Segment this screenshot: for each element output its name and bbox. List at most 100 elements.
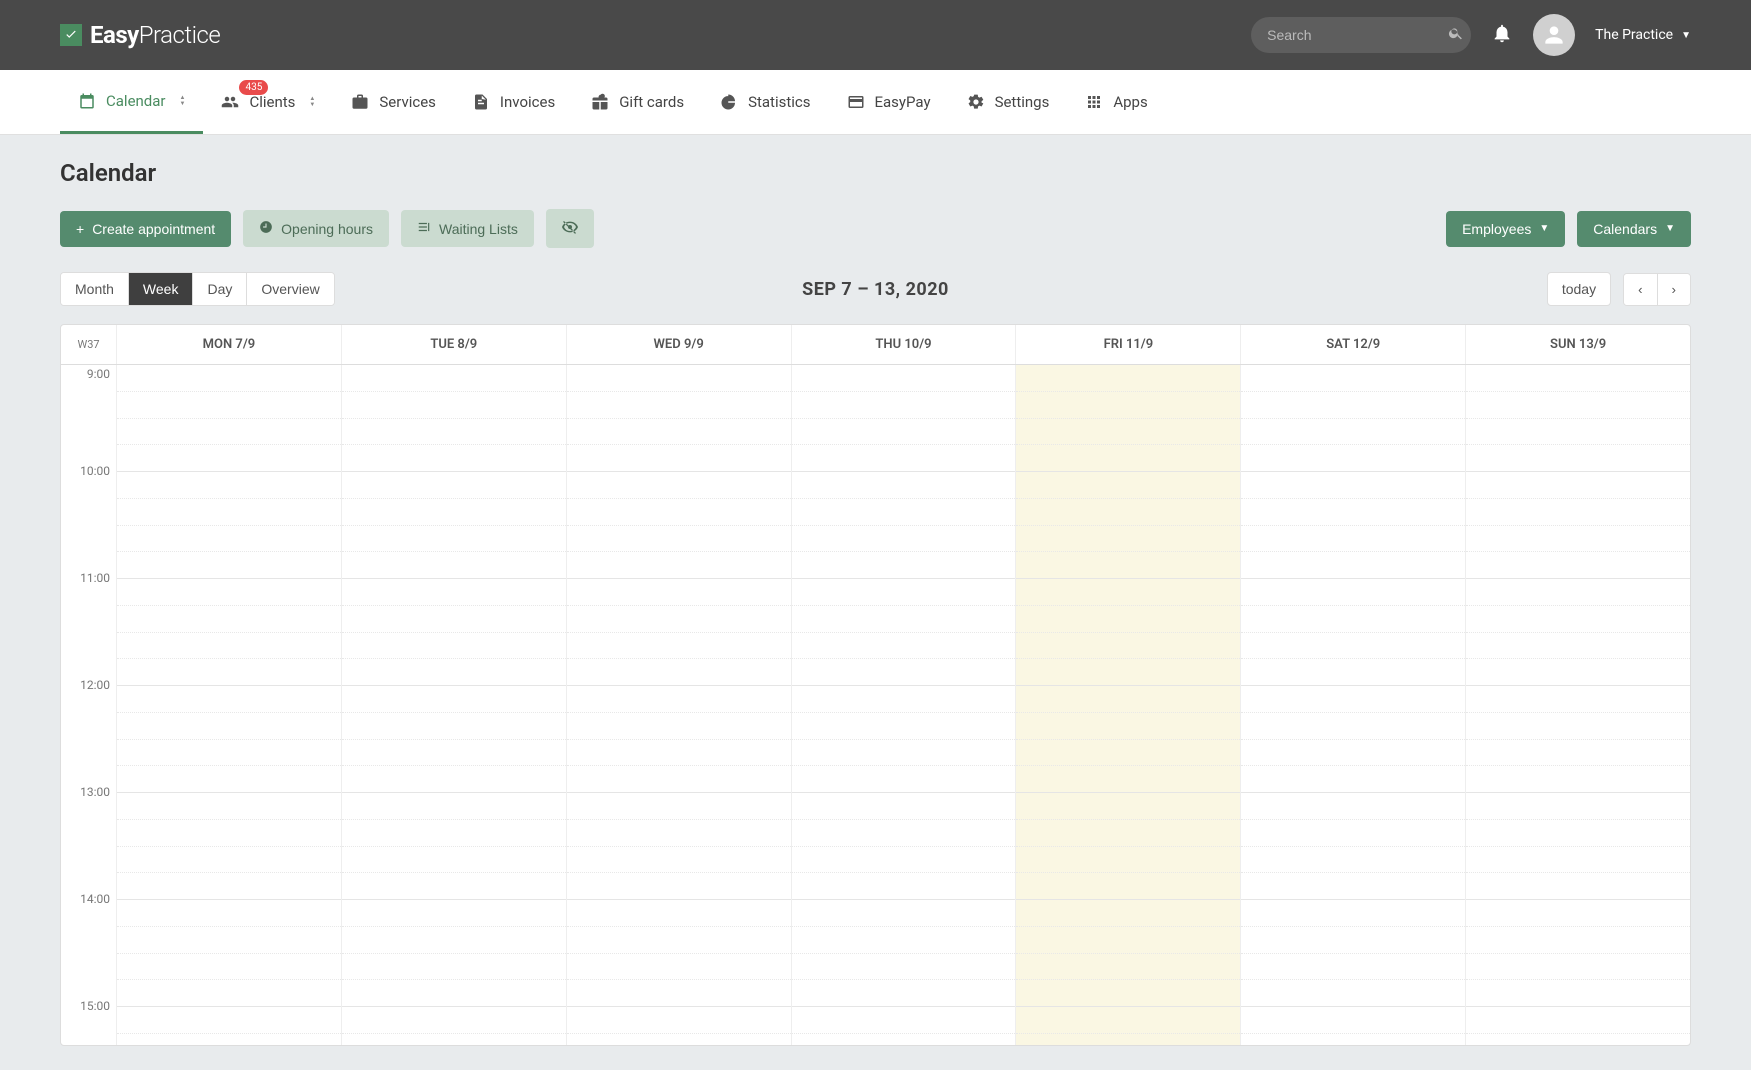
day-column[interactable]: [342, 365, 567, 1045]
nav-services[interactable]: Services: [333, 70, 454, 134]
day-header[interactable]: MON 7/9: [117, 325, 342, 364]
hour-cell[interactable]: [342, 900, 566, 1007]
hour-cell[interactable]: [1016, 472, 1240, 579]
hour-cell[interactable]: [1016, 365, 1240, 472]
day-header[interactable]: FRI 11/9: [1016, 325, 1241, 364]
caret-down-icon: ▼: [1665, 223, 1675, 234]
hour-cell[interactable]: [342, 793, 566, 900]
hour-cell[interactable]: [342, 1007, 566, 1045]
nav-giftcards[interactable]: Gift cards: [573, 70, 702, 134]
view-month[interactable]: Month: [61, 273, 129, 305]
hour-cell[interactable]: [1016, 686, 1240, 793]
waiting-lists-button[interactable]: Waiting Lists: [401, 210, 534, 247]
notifications-icon[interactable]: [1491, 22, 1513, 49]
chevron-right-icon: ›: [1672, 282, 1676, 297]
user-menu[interactable]: The Practice ▼: [1595, 27, 1691, 43]
hour-cell[interactable]: [1466, 579, 1690, 686]
hour-cell[interactable]: [1241, 365, 1465, 472]
hour-cell[interactable]: [117, 365, 341, 472]
hour-cell[interactable]: [1466, 686, 1690, 793]
caret-down-icon: ▼: [1539, 223, 1549, 234]
hour-cell[interactable]: [567, 472, 791, 579]
day-header[interactable]: WED 9/9: [567, 325, 792, 364]
nav-calendar[interactable]: Calendar ▲▼: [60, 70, 203, 134]
hour-cell[interactable]: [1466, 1007, 1690, 1045]
hour-cell[interactable]: [1241, 900, 1465, 1007]
day-column[interactable]: [117, 365, 342, 1045]
hour-cell[interactable]: [342, 472, 566, 579]
hour-cell[interactable]: [792, 1007, 1016, 1045]
hour-cell[interactable]: [1241, 793, 1465, 900]
hour-cell[interactable]: [792, 365, 1016, 472]
day-header[interactable]: SAT 12/9: [1241, 325, 1466, 364]
hour-cell[interactable]: [117, 579, 341, 686]
hour-cell[interactable]: [1241, 1007, 1465, 1045]
hour-cell[interactable]: [792, 793, 1016, 900]
hour-cell[interactable]: [792, 579, 1016, 686]
hour-cell[interactable]: [117, 900, 341, 1007]
hour-cell[interactable]: [792, 472, 1016, 579]
day-column[interactable]: [567, 365, 792, 1045]
hour-cell[interactable]: [567, 900, 791, 1007]
hour-cell[interactable]: [117, 793, 341, 900]
hour-cell[interactable]: [1466, 793, 1690, 900]
hour-cell[interactable]: [567, 1007, 791, 1045]
hour-cell[interactable]: [1466, 472, 1690, 579]
hour-cell[interactable]: [342, 365, 566, 472]
nav-apps[interactable]: Apps: [1067, 70, 1165, 134]
nav-easypay[interactable]: EasyPay: [829, 70, 949, 134]
create-appointment-button[interactable]: + Create appointment: [60, 211, 231, 247]
hour-cell[interactable]: [1241, 579, 1465, 686]
nav-clients[interactable]: Clients 435 ▲▼: [203, 70, 333, 134]
hour-cell[interactable]: [117, 1007, 341, 1045]
hour-cell[interactable]: [1241, 472, 1465, 579]
brand-logo[interactable]: EasyPractice: [60, 21, 220, 49]
day-header[interactable]: THU 10/9: [792, 325, 1017, 364]
employees-dropdown[interactable]: Employees ▼: [1446, 211, 1565, 247]
day-column[interactable]: [792, 365, 1017, 1045]
nav-statistics[interactable]: Statistics: [702, 70, 828, 134]
view-switcher: Month Week Day Overview: [60, 272, 335, 306]
hour-cell[interactable]: [117, 472, 341, 579]
waiting-lists-label: Waiting Lists: [439, 221, 518, 237]
today-button[interactable]: today: [1547, 272, 1611, 306]
prev-button[interactable]: ‹: [1624, 274, 1657, 305]
hour-cell[interactable]: [567, 365, 791, 472]
hour-cell[interactable]: [567, 579, 791, 686]
hour-cell[interactable]: [342, 579, 566, 686]
hour-cell[interactable]: [792, 686, 1016, 793]
hour-cell[interactable]: [1016, 579, 1240, 686]
hour-cell[interactable]: [1466, 900, 1690, 1007]
nav-invoices[interactable]: Invoices: [454, 70, 573, 134]
hour-cell[interactable]: [117, 686, 341, 793]
day-column[interactable]: [1241, 365, 1466, 1045]
hour-cell[interactable]: [1241, 686, 1465, 793]
day-column[interactable]: [1016, 365, 1241, 1045]
calendars-dropdown[interactable]: Calendars ▼: [1577, 211, 1691, 247]
visibility-toggle-button[interactable]: [546, 209, 594, 248]
hour-cell[interactable]: [792, 900, 1016, 1007]
next-button[interactable]: ›: [1658, 274, 1690, 305]
hour-cell[interactable]: [1016, 793, 1240, 900]
nav-giftcards-label: Gift cards: [619, 93, 684, 111]
hour-cell[interactable]: [1016, 1007, 1240, 1045]
view-day[interactable]: Day: [193, 273, 247, 305]
logo-text: EasyPractice: [90, 21, 220, 49]
view-week[interactable]: Week: [129, 273, 194, 305]
hour-cell[interactable]: [1466, 365, 1690, 472]
view-overview[interactable]: Overview: [247, 273, 333, 305]
employees-label: Employees: [1462, 221, 1531, 237]
hour-cell[interactable]: [1016, 900, 1240, 1007]
avatar[interactable]: [1533, 14, 1575, 56]
day-header[interactable]: TUE 8/9: [342, 325, 567, 364]
sort-icon: ▲▼: [180, 95, 186, 107]
search-input[interactable]: [1267, 27, 1448, 43]
nav-settings[interactable]: Settings: [949, 70, 1068, 134]
hour-cell[interactable]: [567, 793, 791, 900]
day-column[interactable]: [1466, 365, 1690, 1045]
hour-cell[interactable]: [342, 686, 566, 793]
opening-hours-button[interactable]: Opening hours: [243, 210, 389, 247]
search-bar[interactable]: [1251, 17, 1471, 53]
day-header[interactable]: SUN 13/9: [1466, 325, 1690, 364]
hour-cell[interactable]: [567, 686, 791, 793]
